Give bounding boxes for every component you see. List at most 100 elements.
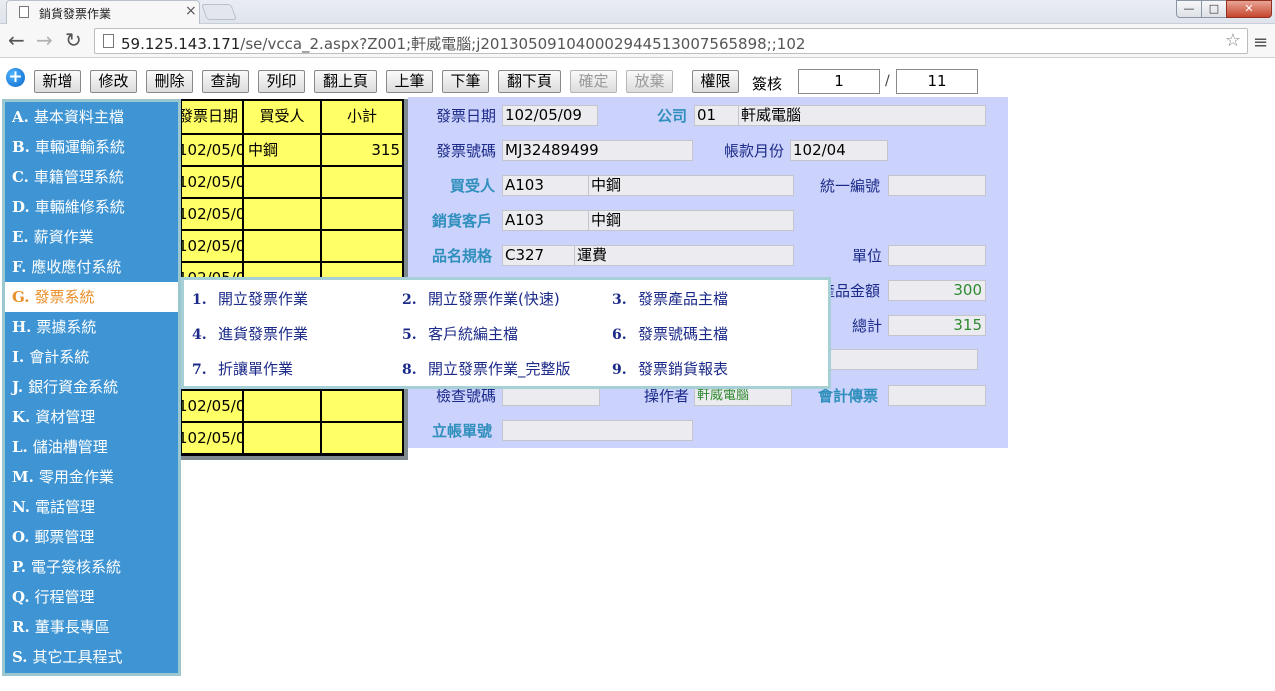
remark-field[interactable] <box>828 349 978 370</box>
reload-icon[interactable]: ↻ <box>65 29 82 51</box>
url-input[interactable]: 59.125.143.171/se/vcca_2.aspx?Z001;軒威電腦;… <box>94 28 1248 54</box>
window-close-button[interactable]: ✕ <box>1226 0 1272 18</box>
sysmenu-item-p[interactable]: P. 電子簽核系統 <box>5 552 178 582</box>
page-up-button[interactable]: 翻上頁 <box>314 70 377 93</box>
print-button[interactable]: 列印 <box>258 70 305 93</box>
sysmenu-item-k[interactable]: K. 資材管理 <box>5 402 178 432</box>
customer-name-field[interactable]: 中鋼 <box>588 210 794 231</box>
window-maximize-button[interactable]: □ <box>1201 0 1227 18</box>
submenu-item-6[interactable]: 6. 發票號碼主檔 <box>612 323 728 344</box>
sysmenu-item-label: 銀行資金系統 <box>28 378 119 396</box>
confirm-button[interactable]: 確定 <box>570 70 617 93</box>
permission-button[interactable]: 權限 <box>692 70 739 93</box>
submenu-item-number: 6. <box>612 327 627 343</box>
grid-header-date: 發票日期 <box>182 101 244 135</box>
sysmenu-item-f[interactable]: F. 應收應付系統 <box>5 252 178 282</box>
voucher-field[interactable] <box>888 385 986 406</box>
company-name-field[interactable]: 軒威電腦 <box>738 105 986 126</box>
sysmenu-item-label: 董事長專區 <box>34 618 110 636</box>
sysmenu-item-key: L. <box>12 438 28 456</box>
sign-label: 簽核 <box>752 75 783 93</box>
submenu-item-3[interactable]: 3. 發票產品主檔 <box>612 288 728 309</box>
total-pages-input[interactable]: 11 <box>896 69 978 94</box>
invoice-date-field[interactable]: 102/05/09 <box>502 105 598 126</box>
submenu-item-5[interactable]: 5. 客戶統編主檔 <box>402 323 518 344</box>
add-circle-icon[interactable]: + <box>6 68 25 87</box>
cancel-button[interactable]: 放棄 <box>626 70 673 93</box>
submenu-item-label: 開立發票作業_完整版 <box>428 360 571 378</box>
new-tab-button[interactable] <box>201 4 237 20</box>
sysmenu-item-label: 會計系統 <box>29 348 90 366</box>
sysmenu-item-m[interactable]: M. 零用金作業 <box>5 462 178 492</box>
buyer-name-field[interactable]: 中鋼 <box>588 175 794 196</box>
sysmenu-item-n[interactable]: N. 電話管理 <box>5 492 178 522</box>
bookmark-star-icon[interactable]: ☆ <box>1225 30 1241 51</box>
page-separator: / <box>885 73 890 89</box>
delete-button[interactable]: 刪除 <box>146 70 193 93</box>
submenu-item-4[interactable]: 4. 進貨發票作業 <box>192 323 308 344</box>
tax-id-field[interactable] <box>888 175 986 196</box>
customer-code-field[interactable]: A103 <box>502 210 590 231</box>
account-no-field[interactable] <box>502 420 693 441</box>
product-name-field[interactable]: 運費 <box>574 245 794 266</box>
previous-record-button[interactable]: 上筆 <box>386 70 433 93</box>
sysmenu-item-a[interactable]: A. 基本資料主檔 <box>5 102 178 132</box>
sysmenu-item-e[interactable]: E. 薪資作業 <box>5 222 178 252</box>
sysmenu-item-label: 發票系統 <box>34 288 95 306</box>
submenu-item-2[interactable]: 2. 開立發票作業(快速) <box>402 288 560 309</box>
unit-field[interactable] <box>888 245 986 266</box>
grid-cell-date: 102/05/08 <box>182 167 244 199</box>
next-record-button[interactable]: 下筆 <box>442 70 489 93</box>
add-button[interactable]: 新增 <box>34 70 81 93</box>
back-arrow-icon[interactable]: ← <box>8 29 25 51</box>
window-minimize-button[interactable]: — <box>1176 0 1202 18</box>
system-menu: A. 基本資料主檔 B. 車輛運輸系統 C. 車籍管理系統 D. 車輛維修系統 E. 薪資作業 F.… <box>2 99 181 676</box>
page-down-button[interactable]: 翻下頁 <box>498 70 561 93</box>
browser-titlebar: 銷貨發票作業 × — □ ✕ <box>0 0 1275 24</box>
sysmenu-item-label: 車輛運輸系統 <box>34 138 125 156</box>
invoice-no-field[interactable]: MJ32489499 <box>502 140 693 161</box>
amount-field[interactable]: 300 <box>888 280 986 301</box>
buyer-code-field[interactable]: A103 <box>502 175 590 196</box>
sysmenu-item-q[interactable]: Q. 行程管理 <box>5 582 178 612</box>
submenu-item-1[interactable]: 1. 開立發票作業 <box>192 288 308 309</box>
sysmenu-item-j[interactable]: J. 銀行資金系統 <box>5 372 178 402</box>
forward-arrow-icon[interactable]: → <box>36 29 53 51</box>
sysmenu-item-i[interactable]: I. 會計系統 <box>5 342 178 372</box>
sysmenu-item-h[interactable]: H. 票據系統 <box>5 312 178 342</box>
sysmenu-item-s[interactable]: S. 其它工具程式 <box>5 642 178 672</box>
account-month-field[interactable]: 102/04 <box>790 140 888 161</box>
sysmenu-item-label: 郵票管理 <box>34 528 95 546</box>
total-label: 總計 <box>852 317 883 335</box>
grid-cell-buyer: 中鋼 <box>244 135 322 167</box>
submenu-item-9[interactable]: 9. 發票銷貨報表 <box>612 358 728 379</box>
url-path: /se/vcca_2.aspx?Z001;軒威電腦;j2013050910400… <box>240 35 806 53</box>
submenu-item-number: 4. <box>192 327 207 343</box>
total-field[interactable]: 315 <box>888 315 986 336</box>
sysmenu-item-key: J. <box>12 378 24 396</box>
submenu-item-7[interactable]: 7. 折讓單作業 <box>192 358 293 379</box>
company-code-field[interactable]: 01 <box>694 105 740 126</box>
sysmenu-item-d[interactable]: D. 車輛維修系統 <box>5 192 178 222</box>
edit-button[interactable]: 修改 <box>90 70 137 93</box>
query-button[interactable]: 查詢 <box>202 70 249 93</box>
tax-id-label: 統一編號 <box>820 177 881 195</box>
grid-cell-buyer <box>244 231 322 263</box>
browser-menu-icon[interactable]: ≡ <box>1253 32 1268 53</box>
page-icon <box>103 34 114 48</box>
sysmenu-item-label: 資材管理 <box>35 408 96 426</box>
current-page-input[interactable]: 1 <box>798 69 880 94</box>
tab-close-icon[interactable]: × <box>185 3 197 19</box>
submenu-item-number: 1. <box>192 292 207 308</box>
unit-label: 單位 <box>852 247 883 265</box>
sysmenu-item-label: 行程管理 <box>34 588 95 606</box>
sysmenu-item-g[interactable]: G. 發票系統 <box>5 282 178 312</box>
sysmenu-item-b[interactable]: B. 車輛運輸系統 <box>5 132 178 162</box>
sysmenu-item-l[interactable]: L. 儲油槽管理 <box>5 432 178 462</box>
submenu-item-8[interactable]: 8. 開立發票作業_完整版 <box>402 358 571 379</box>
product-code-field[interactable]: C327 <box>502 245 576 266</box>
sysmenu-item-c[interactable]: C. 車籍管理系統 <box>5 162 178 192</box>
sysmenu-item-r[interactable]: R. 董事長專區 <box>5 612 178 642</box>
sysmenu-item-o[interactable]: O. 郵票管理 <box>5 522 178 552</box>
browser-tab[interactable]: 銷貨發票作業 × <box>6 0 200 24</box>
